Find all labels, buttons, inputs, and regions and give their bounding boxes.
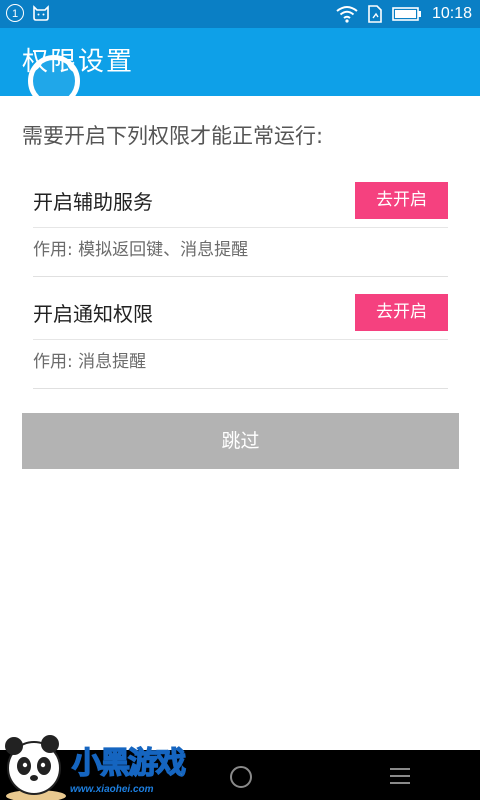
status-time: 10:18 <box>431 5 472 22</box>
permission-description-row: 作用: 模拟返回键、消息提醒 <box>33 228 448 277</box>
status-bar: 1 10:18 <box>0 0 480 28</box>
permission-title: 开启辅助服务 <box>33 190 153 214</box>
watermark-name: 小黑游戏 <box>71 745 187 782</box>
intro-text: 需要开启下列权限才能正常运行: <box>22 124 324 148</box>
home-icon[interactable] <box>230 766 252 788</box>
permission-description: 作用: 消息提醒 <box>33 352 147 372</box>
permission-row-notification: 开启通知权限 去开启 <box>33 291 448 340</box>
permission-row-accessibility: 开启辅助服务 去开启 <box>33 179 448 228</box>
permission-description-row: 作用: 消息提醒 <box>33 340 448 389</box>
watermark-url: www.xiaohei.com <box>70 784 154 795</box>
cat-icon <box>33 5 49 21</box>
skip-button[interactable]: 跳过 <box>22 413 459 469</box>
wifi-icon <box>336 6 358 23</box>
open-notification-button[interactable]: 去开启 <box>355 294 448 331</box>
notification-badge-icon: 1 <box>6 4 24 22</box>
panda-mascot-icon <box>5 735 66 800</box>
touch-indicator <box>28 55 80 107</box>
open-accessibility-button[interactable]: 去开启 <box>355 182 448 219</box>
battery-icon <box>392 7 421 21</box>
permission-title: 开启通知权限 <box>33 302 153 326</box>
menu-icon[interactable] <box>390 768 410 789</box>
watermark-logo: 小黑游戏 www.xiaohei.com <box>0 726 200 800</box>
permission-description: 作用: 模拟返回键、消息提醒 <box>33 240 249 260</box>
sim-icon <box>368 5 382 23</box>
